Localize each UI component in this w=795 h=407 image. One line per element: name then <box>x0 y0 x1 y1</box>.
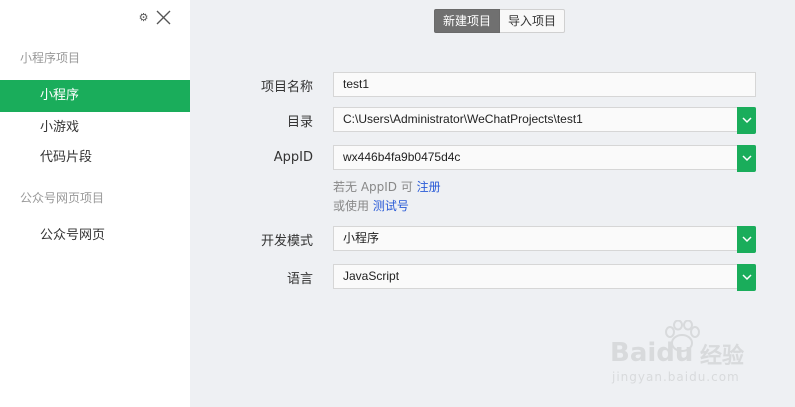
close-icon[interactable] <box>155 9 172 26</box>
appid-value: wx446b4fa9b0475d4c <box>343 150 461 164</box>
window-controls: ⚙ <box>138 7 172 27</box>
sidebar-item-mini-program[interactable]: 小程序 <box>0 80 190 112</box>
project-tabs: 新建项目 导入项目 <box>434 9 566 33</box>
sidebar: ⚙ 小程序项目 小程序 小游戏 代码片段 公众号网页项目 公众号网页 <box>0 0 190 407</box>
register-hint-text: 若无 AppID 可 <box>333 180 417 194</box>
sidebar-item-mini-game[interactable]: 小游戏 <box>0 112 190 144</box>
chevron-down-icon[interactable] <box>737 107 756 134</box>
watermark-url: jingyan.baidu.com <box>612 370 740 384</box>
chevron-down-icon[interactable] <box>737 145 756 172</box>
sidebar-item-official-web[interactable]: 公众号网页 <box>0 220 190 252</box>
project-name-label: 项目名称 <box>260 80 313 95</box>
sidebar-item-code-snippet[interactable]: 代码片段 <box>0 142 190 174</box>
test-account-hint: 或使用 测试号 <box>333 197 409 214</box>
project-name-input[interactable]: test1 <box>333 72 756 97</box>
dev-mode-value: 小程序 <box>343 231 380 245</box>
section-title-mini-program: 小程序项目 <box>20 51 81 65</box>
register-hint: 若无 AppID 可 注册 <box>333 178 441 195</box>
dev-mode-select[interactable]: 小程序 <box>333 226 756 253</box>
register-link[interactable]: 注册 <box>417 180 441 194</box>
watermark-brand: Baidu <box>610 338 694 368</box>
baidu-watermark: Baidu 经验 jingyan.baidu.com <box>590 320 790 390</box>
language-label: 语言 <box>286 272 313 287</box>
appid-select[interactable]: wx446b4fa9b0475d4c <box>333 145 756 172</box>
directory-label: 目录 <box>286 115 313 130</box>
directory-select[interactable]: C:\Users\Administrator\WeChatProjects\te… <box>333 107 756 134</box>
language-value: JavaScript <box>343 269 400 283</box>
appid-label: AppID <box>273 150 313 165</box>
watermark-text: 经验 <box>700 344 745 369</box>
tab-new-project[interactable]: 新建项目 <box>434 9 501 33</box>
section-title-official-web: 公众号网页项目 <box>20 191 105 205</box>
tab-import-project[interactable]: 导入项目 <box>500 9 566 33</box>
chevron-down-icon[interactable] <box>737 264 756 291</box>
chevron-down-icon[interactable] <box>737 226 756 253</box>
directory-value: C:\Users\Administrator\WeChatProjects\te… <box>343 112 583 126</box>
language-select[interactable]: JavaScript <box>333 264 756 291</box>
dev-mode-label: 开发模式 <box>260 234 313 249</box>
gear-icon[interactable]: ⚙ <box>138 12 149 23</box>
test-account-link[interactable]: 测试号 <box>373 199 409 213</box>
test-account-hint-text: 或使用 <box>333 199 373 213</box>
